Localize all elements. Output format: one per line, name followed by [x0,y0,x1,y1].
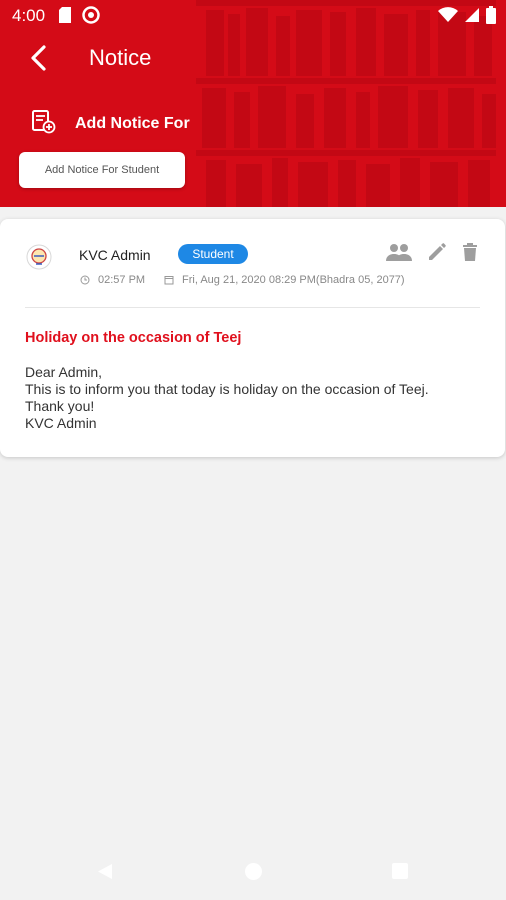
back-arrow-icon [31,45,46,71]
notice-time: 02:57 PM [80,274,145,286]
notice-date: Fri, Aug 21, 2020 08:29 PM(Bhadra 05, 20… [164,274,405,286]
notice-add-icon [30,108,56,139]
divider [25,307,480,308]
navigation-bar [0,844,506,900]
delete-icon[interactable] [461,242,479,262]
battery-icon [486,6,496,29]
notice-date-text: Fri, Aug 21, 2020 08:29 PM(Bhadra 05, 20… [182,274,405,286]
body-line: This is to inform you that today is holi… [25,381,429,397]
notice-card: KVC Admin Student 02:57 PM Fri, Aug 21, … [0,219,505,457]
author-name: KVC Admin [79,247,151,263]
school-logo-avatar [25,243,53,271]
notice-title: Holiday on the occasion of Teej [25,330,242,346]
status-time: 4:00 [12,6,46,25]
sync-icon [82,6,100,29]
clock-icon [80,275,90,285]
signal-icon [464,7,480,28]
notice-actions [385,242,479,262]
back-button[interactable] [20,40,56,76]
add-notice-row: Add Notice For [30,108,190,139]
notice-time-text: 02:57 PM [98,274,146,286]
body-line: Dear Admin, [25,364,103,380]
notice-body: Dear Admin, This is to inform you that t… [25,364,429,432]
edit-icon[interactable] [427,242,447,262]
body-line: Thank you! [25,398,95,414]
nav-home-icon[interactable] [245,863,262,880]
calendar-icon [164,276,174,285]
status-bar: 4:00 [0,0,506,32]
wifi-icon [438,7,458,28]
add-notice-label: Add Notice For [75,114,190,132]
add-notice-for-student-button[interactable]: Add Notice For Student [19,152,185,188]
body-line: KVC Admin [25,415,97,431]
group-icon[interactable] [385,242,413,262]
audience-badge: Student [178,244,248,264]
nav-back-icon[interactable] [97,863,113,885]
nav-recents-icon[interactable] [392,863,408,879]
page-title: Notice [89,45,152,70]
header: 4:00 Notice Add Notice For Add Notice Fo… [0,0,506,207]
sd-card-icon [58,6,72,29]
